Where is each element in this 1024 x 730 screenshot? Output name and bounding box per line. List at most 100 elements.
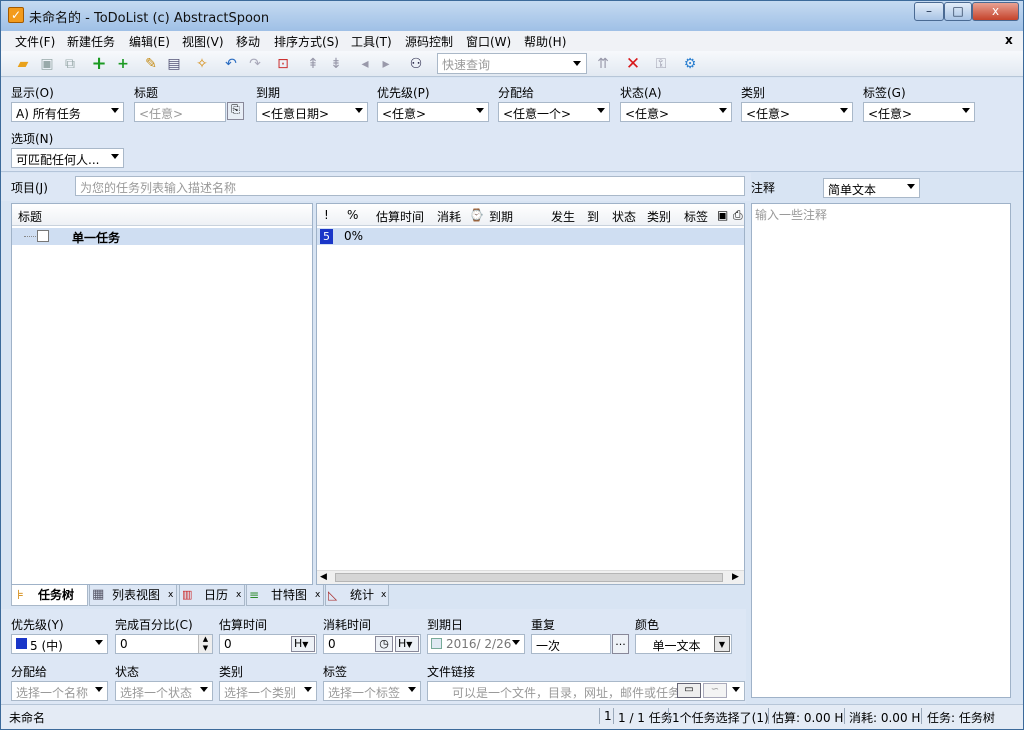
menu-source-control[interactable]: 源码控制 [405, 33, 453, 50]
add-subtask-icon[interactable]: + [113, 54, 133, 74]
priority-filter-select[interactable]: <任意> [377, 102, 489, 122]
notes-label: 注释 [751, 181, 776, 195]
minimize-button[interactable]: – [914, 2, 944, 21]
estimate-column-header[interactable]: 估算时间 [376, 208, 424, 225]
save-icon[interactable]: ▣ [37, 54, 57, 74]
maximize-button[interactable]: □ [944, 2, 972, 21]
priority-column-header[interactable]: ! [324, 208, 329, 222]
estimate-unit-select[interactable]: H▼ [291, 636, 315, 652]
chevron-down-icon[interactable]: ▼ [714, 636, 730, 652]
menu-window[interactable]: 窗口(W) [466, 33, 511, 50]
spinner-arrows-icon[interactable]: ▲ ▼ [198, 635, 212, 653]
tags-select[interactable]: 选择一个标签 [323, 681, 421, 701]
category-column-header[interactable]: 类别 [647, 208, 671, 225]
percent-spinner[interactable]: 0 ▲ ▼ [115, 634, 213, 654]
scroll-left-icon[interactable]: ◀ [320, 572, 327, 582]
due-filter-select[interactable]: <任意日期> [256, 102, 368, 122]
start-column-header[interactable]: 发生 [551, 208, 575, 225]
title-filter-input[interactable]: <任意> [134, 102, 226, 122]
menu-sort[interactable]: 排序方式(S) [274, 33, 339, 50]
task-grid-row[interactable]: 5 0% [317, 228, 744, 245]
move-up-icon[interactable]: ⇞ [303, 54, 323, 74]
settings-gear-icon[interactable]: ⚙ [680, 54, 700, 74]
scroll-thumb[interactable] [335, 573, 723, 582]
close-tab-icon[interactable]: x [381, 590, 386, 600]
task-row[interactable]: 单一任务 [12, 228, 312, 245]
to-column-header[interactable]: 到 [587, 208, 599, 225]
back-icon[interactable]: ◂ [355, 54, 375, 74]
undo-icon[interactable]: ↶ [221, 54, 241, 74]
menu-file[interactable]: 文件(F) [15, 33, 55, 50]
chevron-down-icon [95, 640, 103, 645]
menu-view[interactable]: 视图(V) [182, 33, 224, 50]
open-link-icon[interactable]: ∽ [703, 683, 727, 698]
divider [599, 708, 600, 724]
task-title[interactable]: 单一任务 [72, 229, 120, 246]
checkbox-icon: ✓ [8, 7, 24, 23]
cleanup-icon[interactable]: ✧ [192, 54, 212, 74]
filter-options-icon[interactable]: ⎘ [227, 102, 244, 120]
goto-icon[interactable]: ⊡ [273, 54, 293, 74]
assigned-select[interactable]: 选择一个名称 [11, 681, 108, 701]
recurrence-input[interactable]: 一次 [531, 634, 611, 654]
forward-icon[interactable]: ▸ [376, 54, 396, 74]
percent-column-header[interactable]: % [347, 208, 358, 222]
clock-icon[interactable]: ⌚ [469, 208, 484, 222]
status-select[interactable]: 选择一个状态 [115, 681, 213, 701]
close-tab-icon[interactable]: x [315, 590, 320, 600]
close-tab-icon[interactable]: x [236, 590, 241, 600]
spent-unit-select[interactable]: H▼ [395, 636, 419, 652]
tags-filter-select[interactable]: <任意> [863, 102, 975, 122]
task-properties-panel: 优先级(Y) 5 (中) 完成百分比(C) 0 ▲ ▼ 估算时间 0 H▼ 消耗时间… [1, 609, 746, 704]
flag-icon[interactable]: ▣ [717, 208, 728, 222]
tree-header: 标题 [12, 204, 312, 226]
divider [768, 708, 769, 724]
assigned-filter-select[interactable]: <任意一个> [498, 102, 610, 122]
recurrence-button[interactable]: ... [612, 634, 629, 654]
menu-new-task[interactable]: 新建任务 [67, 33, 115, 50]
notes-format-select[interactable]: 简单文本 [823, 178, 920, 198]
scroll-right-icon[interactable]: ▶ [732, 572, 739, 582]
lock-column-icon[interactable]: ⎙ [733, 208, 743, 223]
close-tab-icon[interactable]: x [168, 590, 173, 600]
category-filter-select[interactable]: <任意> [741, 102, 853, 122]
close-document-icon[interactable]: x [1005, 33, 1013, 47]
columns-header: ! % 估算时间 消耗 ⌚ 到期 发生 到 状态 类别 标签 ▣ ⎙ [317, 204, 744, 226]
menu-help[interactable]: 帮助(H) [524, 33, 566, 50]
notes-textarea[interactable]: 输入一些注释 [751, 203, 1011, 698]
menu-move[interactable]: 移动 [236, 33, 260, 50]
find-binoculars-icon[interactable]: ⚇ [406, 54, 426, 74]
status-column-header[interactable]: 状态 [612, 208, 636, 225]
menu-edit[interactable]: 编辑(E) [129, 33, 170, 50]
due-column-header[interactable]: 到期 [489, 208, 513, 225]
delete-icon[interactable]: ✕ [623, 54, 643, 74]
browse-folder-icon[interactable]: ▭ [677, 683, 701, 698]
tree-title-column-header[interactable]: 标题 [18, 208, 42, 225]
redo-icon[interactable]: ↷ [245, 54, 265, 74]
divider [921, 708, 922, 724]
move-down-icon[interactable]: ⇟ [326, 54, 346, 74]
edit-pencil-icon[interactable]: ✎ [141, 54, 161, 74]
spent-column-header[interactable]: 消耗 [437, 208, 461, 225]
task-checkbox[interactable] [37, 230, 49, 242]
options-select[interactable]: 可匹配任何人... [11, 148, 124, 168]
lock-icon[interactable]: ⚿ [651, 54, 671, 74]
category-select[interactable]: 选择一个类别 [219, 681, 317, 701]
open-folder-icon[interactable]: ▰ [13, 54, 33, 74]
show-filter-select[interactable]: A) 所有任务 [11, 102, 124, 122]
task-details-icon[interactable]: ▤ [164, 54, 184, 74]
category-filter-label: 类别 [741, 86, 766, 100]
due-date-checkbox[interactable] [431, 638, 442, 649]
timer-clock-icon[interactable]: ◷ [375, 636, 393, 652]
status-filter-select[interactable]: <任意> [620, 102, 732, 122]
title-filter-label: 标题 [134, 86, 159, 100]
horizontal-scrollbar[interactable]: ◀ ▶ [317, 570, 744, 584]
project-name-input[interactable]: 为您的任务列表输入描述名称 [75, 176, 745, 196]
tags-column-header[interactable]: 标签 [684, 208, 708, 225]
quick-search-input[interactable]: 快速查询 [437, 53, 587, 74]
add-task-icon[interactable]: + [89, 54, 109, 74]
sort-icon[interactable]: ⇈ [593, 54, 613, 74]
close-window-button[interactable]: x [972, 2, 1019, 21]
save-all-icon[interactable]: ⧉ [60, 54, 80, 74]
menu-tools[interactable]: 工具(T) [351, 33, 392, 50]
